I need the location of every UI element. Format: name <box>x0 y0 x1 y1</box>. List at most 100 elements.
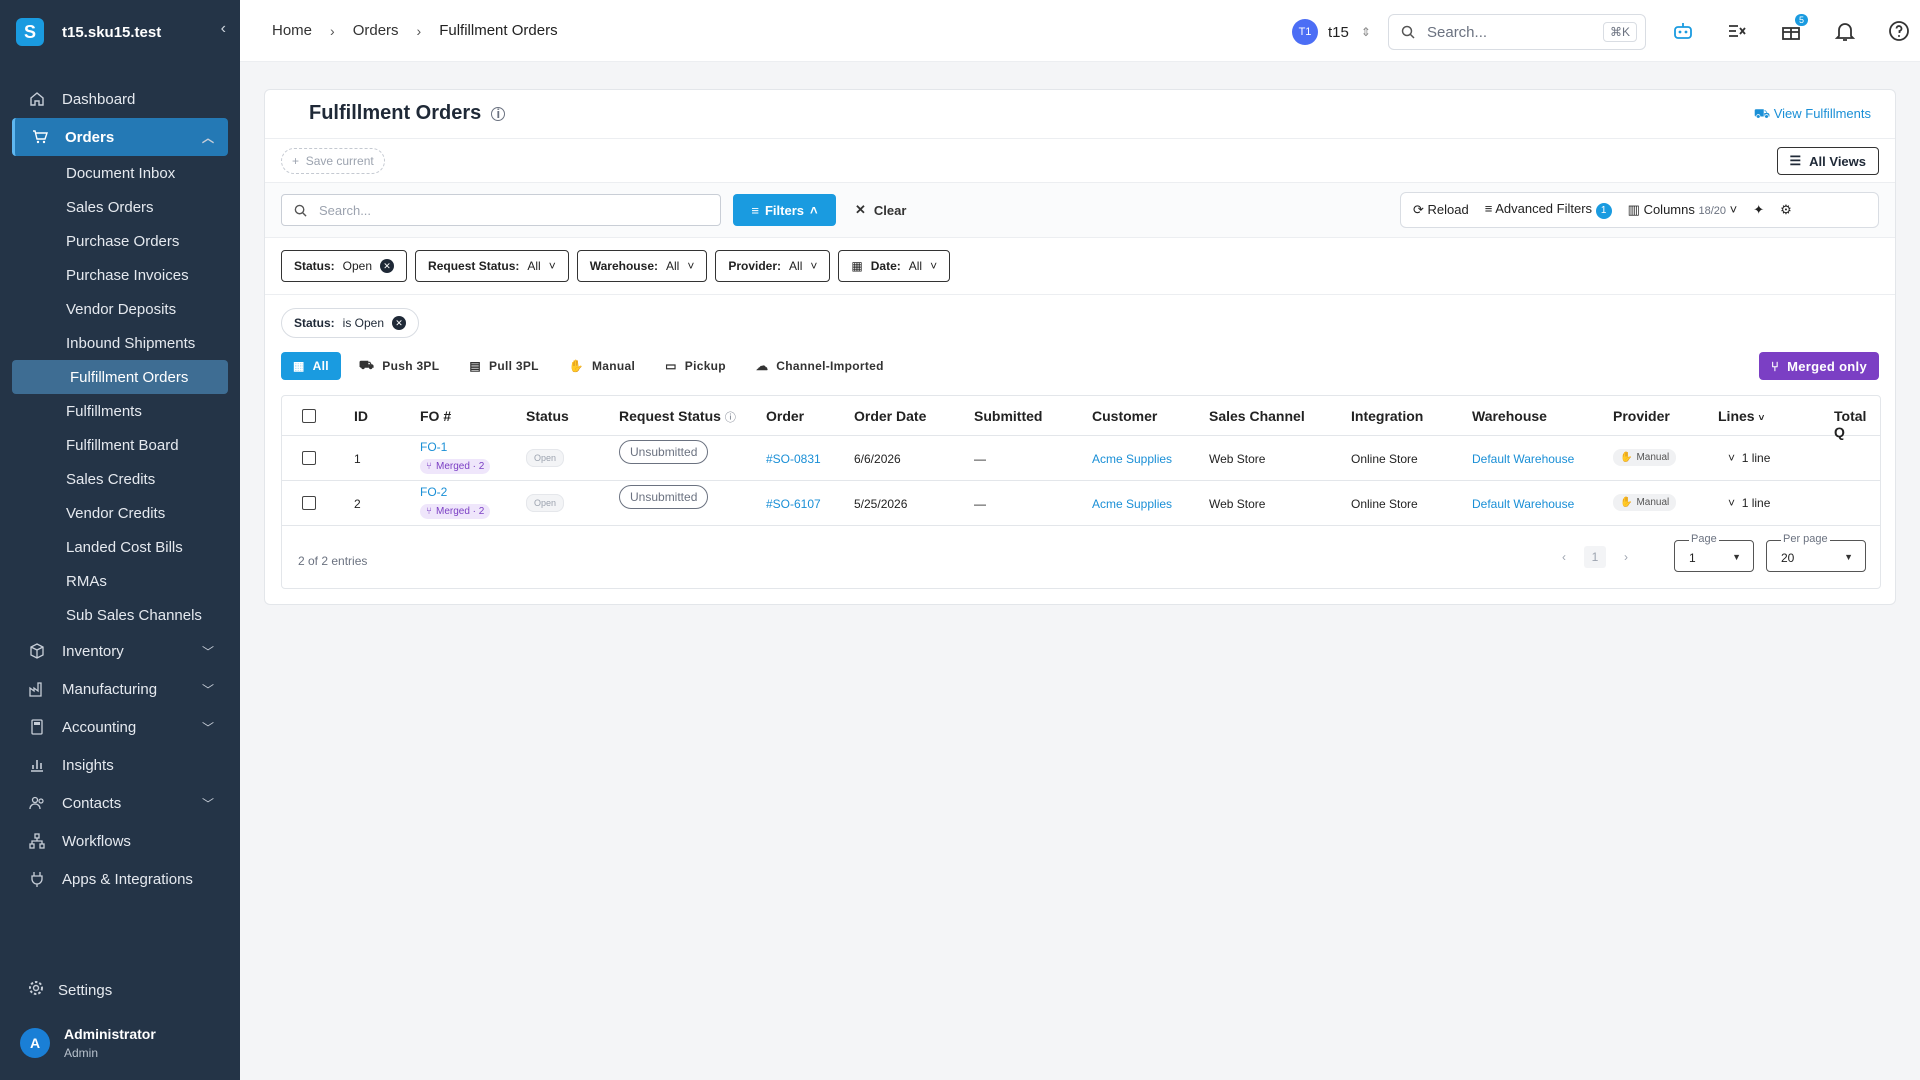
order-link[interactable]: #SO-6107 <box>766 497 821 511</box>
sidebar-subitem[interactable]: Document Inbox <box>12 156 228 190</box>
sidebar-subitem[interactable]: Landed Cost Bills <box>12 530 228 564</box>
robot-icon[interactable] <box>1670 18 1696 44</box>
active-filter-pill[interactable]: Status: is Open ✕ <box>281 308 420 338</box>
col-order-date[interactable]: Order Date <box>854 408 926 424</box>
table-search-input[interactable]: Search... <box>281 194 721 226</box>
chip-warehouse[interactable]: Warehouse: All ˅ <box>576 250 708 282</box>
chip-date[interactable]: ▦ Date: All ˅ <box>838 250 951 282</box>
tab-pull-3pl[interactable]: ▤ Pull 3PL <box>457 352 550 380</box>
sidebar-item-orders[interactable]: Orders ︿ <box>12 118 228 156</box>
page-select[interactable]: Page 1 ▼ <box>1674 533 1754 572</box>
sidebar-subitem[interactable]: Sales Orders <box>12 190 228 224</box>
tenant-switcher[interactable]: T1 t15 ⇕ <box>1292 19 1371 45</box>
filters-button[interactable]: ≡ Filters ˄ <box>733 194 836 226</box>
save-current-button[interactable]: + Save current <box>281 148 385 174</box>
customer-link[interactable]: Acme Supplies <box>1092 497 1172 511</box>
col-provider[interactable]: Provider <box>1613 408 1670 424</box>
customer-link[interactable]: Acme Supplies <box>1092 452 1172 466</box>
lines-toggle[interactable]: ˅ 1 line <box>1728 451 1770 465</box>
sidebar-subitem[interactable]: Inbound Shipments <box>12 326 228 360</box>
brand[interactable]: S t15.sku15.test ‹ <box>16 16 226 48</box>
table-row[interactable]: 1 FO-1 ⑂ Merged · 2 Open Unsubmitted #SO-… <box>282 436 1880 481</box>
col-submitted[interactable]: Submitted <box>974 408 1042 424</box>
col-warehouse[interactable]: Warehouse <box>1472 408 1547 424</box>
col-request-status[interactable]: Request Status ⓘ <box>619 408 736 425</box>
table-row[interactable]: 2 FO-2 ⑂ Merged · 2 Open Unsubmitted #SO-… <box>282 481 1880 526</box>
tab-pickup[interactable]: ▭ Pickup <box>653 352 738 380</box>
sidebar-subitem[interactable]: Sales Credits <box>12 462 228 496</box>
remove-icon[interactable]: ✕ <box>380 259 395 273</box>
help-icon[interactable] <box>1886 18 1912 44</box>
tab-push-3pl[interactable]: ⛟ Push 3PL <box>347 352 452 380</box>
sidebar-item-workflows[interactable]: Workflows <box>12 822 228 860</box>
all-views-button[interactable]: ☰ All Views <box>1776 147 1879 175</box>
prev-page-icon[interactable]: ‹ <box>1562 550 1566 564</box>
select-all-checkbox[interactable] <box>302 409 316 423</box>
next-page-icon[interactable]: › <box>1624 550 1628 564</box>
gear-icon[interactable]: ⚙ <box>1780 202 1792 218</box>
user-profile[interactable]: A Administrator Admin <box>20 1026 156 1060</box>
global-search-input[interactable]: Search... ⌘K <box>1388 14 1646 50</box>
col-lines[interactable]: Lines ˅ <box>1718 408 1764 424</box>
sidebar-subitem[interactable]: Vendor Credits <box>12 496 228 530</box>
sidebar-subitem[interactable]: RMAs <box>12 564 228 598</box>
warehouse-link[interactable]: Default Warehouse <box>1472 497 1574 511</box>
sidebar-item-dashboard[interactable]: Dashboard <box>12 80 228 118</box>
bell-icon[interactable] <box>1832 18 1858 44</box>
columns-button[interactable]: ▥ Columns 18/20 ˅ <box>1628 202 1738 218</box>
collapse-sidebar-icon[interactable]: ‹ <box>221 20 226 38</box>
advanced-filters-button[interactable]: ≡ Advanced Filters 1 <box>1485 201 1612 219</box>
remove-icon[interactable]: ✕ <box>392 316 407 330</box>
clear-button[interactable]: ✕ Clear <box>855 194 906 226</box>
sidebar-subitem[interactable]: Fulfillment Board <box>12 428 228 462</box>
chip-request-status[interactable]: Request Status: All ˅ <box>415 250 569 282</box>
sidebar-subitem-active[interactable]: Fulfillment Orders <box>12 360 228 394</box>
gift-icon[interactable]: 5 <box>1778 14 1808 44</box>
warehouse-link[interactable]: Default Warehouse <box>1472 452 1574 466</box>
sidebar-item-manufacturing[interactable]: Manufacturing ﹀ <box>12 670 228 708</box>
sidebar-item-apps[interactable]: Apps & Integrations <box>12 860 228 898</box>
col-order[interactable]: Order <box>766 408 804 424</box>
row-checkbox[interactable] <box>302 451 316 465</box>
sidebar-item-accounting[interactable]: Accounting ﹀ <box>12 708 228 746</box>
fo-link[interactable]: FO-2 <box>420 485 447 499</box>
col-customer[interactable]: Customer <box>1092 408 1157 424</box>
sidebar-subitem[interactable]: Vendor Deposits <box>12 292 228 326</box>
fo-link[interactable]: FO-1 <box>420 440 447 454</box>
col-label: Request Status <box>619 408 721 424</box>
sidebar-subitem[interactable]: Purchase Invoices <box>12 258 228 292</box>
view-fulfillments-link[interactable]: ⛟ View Fulfillments <box>1754 106 1871 124</box>
sidebar-item-insights[interactable]: Insights <box>12 746 228 784</box>
sidebar-subitem[interactable]: Fulfillments <box>12 394 228 428</box>
sidebar-subitem[interactable]: Sub Sales Channels <box>12 598 228 632</box>
col-integration[interactable]: Integration <box>1351 408 1423 424</box>
col-status[interactable]: Status <box>526 408 569 424</box>
chip-status[interactable]: Status: Open ✕ <box>281 250 408 282</box>
breadcrumb-orders[interactable]: Orders <box>353 22 399 39</box>
sidebar-item-inventory[interactable]: Inventory ﹀ <box>12 632 228 670</box>
order-link[interactable]: #SO-0831 <box>766 452 821 466</box>
page-number[interactable]: 1 <box>1584 546 1606 568</box>
breadcrumb-home[interactable]: Home <box>272 22 312 39</box>
search-placeholder: Search... <box>319 202 372 218</box>
col-sales-channel[interactable]: Sales Channel <box>1209 408 1305 424</box>
cell-integration: Online Store <box>1351 452 1418 466</box>
chip-provider[interactable]: Provider: All ˅ <box>715 250 831 282</box>
tab-manual[interactable]: ✋ Manual <box>557 352 647 380</box>
tab-all[interactable]: ▦ All <box>281 352 341 380</box>
per-page-select[interactable]: Per page 20 ▼ <box>1766 533 1866 572</box>
tab-channel-imported[interactable]: ☁ Channel-Imported <box>744 352 896 380</box>
row-checkbox[interactable] <box>302 496 316 510</box>
info-icon[interactable]: i <box>491 106 506 121</box>
sidebar-subitem[interactable]: Purchase Orders <box>12 224 228 258</box>
sparkle-icon[interactable]: ✦ <box>1753 202 1764 218</box>
reload-button[interactable]: ⟳ Reload <box>1413 202 1469 218</box>
col-id[interactable]: ID <box>354 408 368 424</box>
sidebar-item-settings[interactable]: Settings <box>28 980 112 1000</box>
tasks-icon[interactable] <box>1724 18 1750 44</box>
lines-toggle[interactable]: ˅ 1 line <box>1728 496 1770 510</box>
col-fo[interactable]: FO # <box>420 408 451 424</box>
merged-only-button[interactable]: ⑂ Merged only <box>1759 352 1879 380</box>
sidebar-item-contacts[interactable]: Contacts ﹀ <box>12 784 228 822</box>
sidebar-item-label: Apps & Integrations <box>62 870 193 888</box>
